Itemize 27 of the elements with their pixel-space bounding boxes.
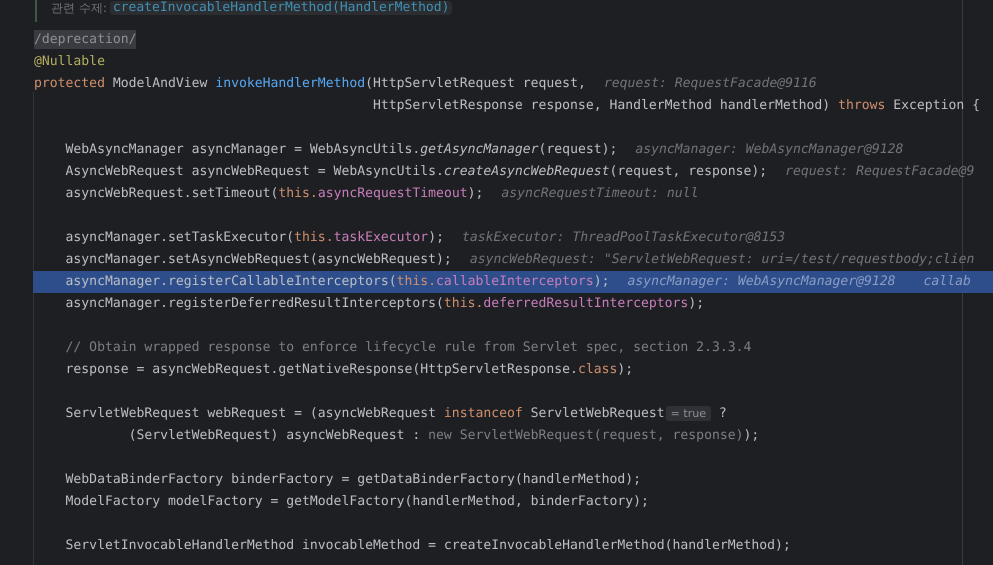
- debug-value-hint: request: RequestFacade@9: [785, 163, 974, 181]
- doc-label: 관련 수제:: [51, 1, 107, 15]
- code-line: asyncManager.registerDeferredResultInterceptors(this.deferredResultInterceptors);: [64, 295, 704, 313]
- code-line: // Obtain wrapped response to enforce lifecycle rule from Servlet spec, section 2.3.3.4: [64, 339, 752, 357]
- debug-value-hint: asyncManager: WebAsyncManager@9128: [635, 141, 904, 159]
- code-line: ServletInvocableHandlerMethod invocableMethod = createInvocableHandlerMethod(handlerMethod);: [64, 537, 791, 555]
- code-line: AsyncWebRequest asyncWebRequest = WebAsyncUtils.createAsyncWebRequest(request, response);: [64, 163, 768, 181]
- code-line: asyncManager.registerCallableInterceptors(this.callableInterceptors);: [64, 273, 610, 291]
- debug-value-hint: asyncManager: WebAsyncManager@9128: [628, 273, 896, 291]
- debug-value-hint: taskExecutor: ThreadPoolTaskExecutor@8153: [462, 229, 786, 247]
- debug-value-hint: request: RequestFacade@9116: [604, 75, 817, 93]
- code-line: asyncManager.setTaskExecutor(this.taskExecutor);: [64, 229, 444, 247]
- code-line: ServletWebRequest webRequest = (asyncWebRequest instanceof ServletWebRequest = true ?: [64, 405, 727, 423]
- code-line: WebAsyncManager asyncManager = WebAsyncUtils.getAsyncManager(request);: [64, 141, 618, 159]
- debug-value-hint: asyncRequestTimeout: null: [501, 185, 698, 203]
- code-line: HttpServletResponse response, HandlerMethod handlerMethod) throws Exception {: [372, 97, 980, 115]
- code-line: @Nullable: [33, 53, 105, 71]
- code-line: protected ModelAndView invokeHandlerMethod(HttpServletRequest request,: [33, 75, 586, 93]
- doc-link[interactable]: createInvocableHandlerMethod(HandlerMethod): [110, 1, 452, 15]
- debug-value-hint: asyncWebRequest: "ServletWebRequest: uri=/test/requestbody;clien: [470, 251, 974, 269]
- code-line: (ServletWebRequest) asyncWebRequest : new ServletWebRequest(request, response));: [128, 427, 760, 445]
- code-line: response = asyncWebRequest.getNativeResponse(HttpServletResponse.class);: [64, 361, 634, 379]
- code-line: WebDataBinderFactory binderFactory = getDataBinderFactory(handlerMethod);: [64, 471, 641, 489]
- code-line: ModelFactory modelFactory = getModelFactory(handlerMethod, binderFactory);: [64, 493, 649, 511]
- debug-value-hint: callab: [924, 273, 971, 291]
- code-line: asyncManager.setAsyncWebRequest(asyncWebRequest);: [64, 251, 452, 269]
- code-line: asyncWebRequest.setTimeout(this.asyncRequestTimeout);: [64, 185, 484, 203]
